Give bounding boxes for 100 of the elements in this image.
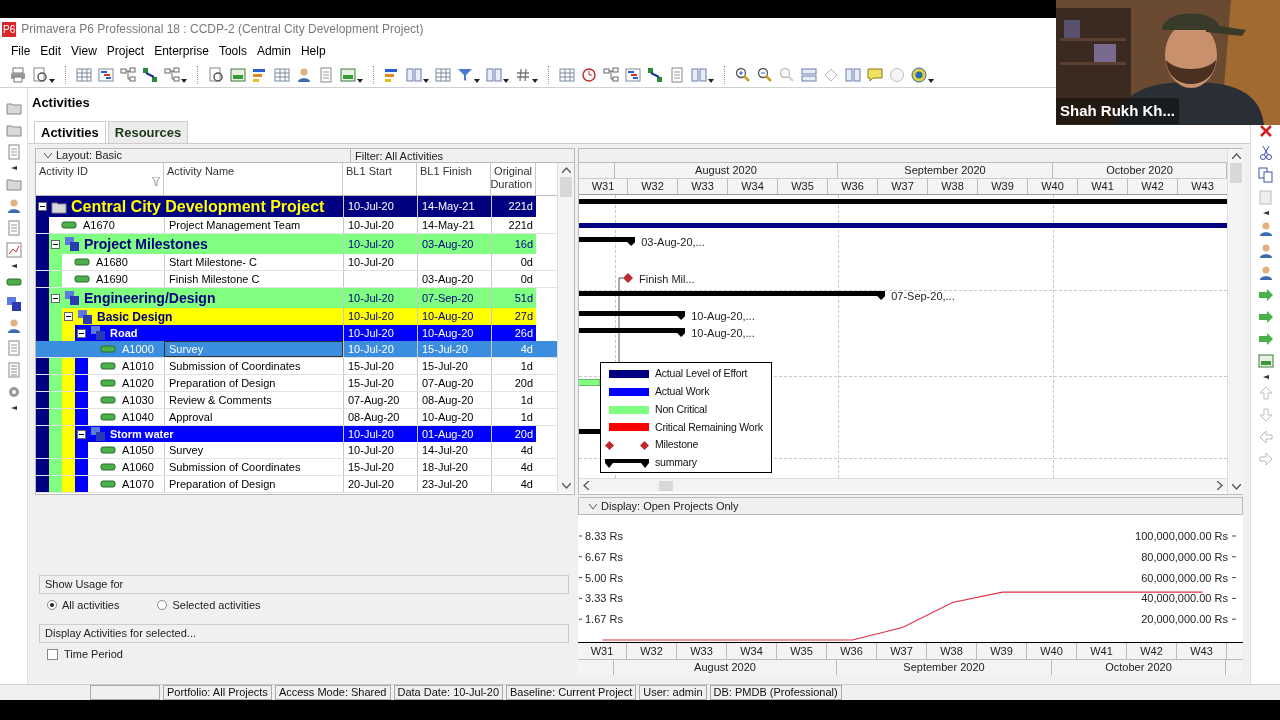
activity-row[interactable]: A1010 Submission of Coordinates 15-Jul-20 15-Jul-20 1d (36, 358, 557, 375)
expand-toggle-icon[interactable] (51, 239, 60, 249)
arrow-icon[interactable] (1257, 287, 1274, 303)
network-icon[interactable] (120, 66, 136, 83)
caret-icon[interactable] (10, 264, 17, 268)
link-icon[interactable] (142, 66, 158, 83)
bars-icon[interactable] (252, 66, 268, 83)
column-header[interactable]: BL1 Finish (420, 165, 472, 195)
radio-circle[interactable] (157, 600, 168, 610)
wbs-row[interactable]: Project Milestones 10-Jul-20 03-Aug-20 16d (49, 234, 536, 254)
clock-icon[interactable] (581, 66, 597, 83)
activity-row[interactable]: A1070 Preparation of Design 20-Jul-20 23-Jul-20 4d (36, 476, 557, 493)
tab[interactable]: Resources (107, 121, 189, 143)
caret-icon[interactable] (708, 78, 714, 83)
wbs-row[interactable]: Central City Development Project 10-Jul-20 14-May-21 221d (36, 196, 536, 217)
radio-button[interactable]: Selected activities (157, 596, 261, 614)
comment-icon[interactable] (867, 66, 883, 83)
split-view-icon[interactable] (801, 66, 817, 83)
activity-row[interactable]: A1060 Submission of Coordinates 15-Jul-20 18-Jul-20 4d (36, 459, 557, 476)
expand-toggle-icon[interactable] (38, 202, 47, 211)
scrollbar-thumb[interactable] (659, 480, 673, 491)
caret-icon[interactable] (10, 406, 17, 410)
summary-bar[interactable] (579, 311, 686, 320)
form-icon[interactable] (1257, 353, 1274, 369)
menu-item[interactable]: Admin (253, 42, 294, 60)
arrow-left-icon[interactable] (583, 481, 589, 490)
arrow-icon[interactable] (1257, 331, 1274, 347)
link-icon[interactable] (647, 66, 663, 83)
copy-icon[interactable] (1257, 167, 1274, 183)
menu-item[interactable]: Help (297, 42, 329, 60)
wbs-row[interactable]: Basic Design 10-Jul-20 10-Aug-20 27d (62, 308, 536, 325)
vertical-scrollbar[interactable] (557, 163, 574, 493)
print-preview-icon[interactable] (208, 66, 224, 83)
form-icon[interactable] (230, 66, 246, 83)
caret-icon[interactable] (928, 78, 934, 83)
menu-item[interactable]: Project (103, 42, 148, 60)
menu-item[interactable]: File (8, 42, 34, 60)
caret-icon[interactable] (1262, 375, 1269, 379)
wbs-row[interactable]: Road 10-Jul-20 10-Aug-20 26d (75, 325, 536, 341)
column-header[interactable]: BL1 Start (346, 165, 392, 195)
zoom-in-icon[interactable] (735, 66, 751, 83)
columns-icon[interactable] (845, 66, 861, 83)
summary-bar[interactable] (579, 291, 886, 300)
person-icon[interactable] (1257, 243, 1274, 259)
menu-item[interactable]: View (68, 42, 100, 60)
arrow-down-icon[interactable] (1231, 484, 1241, 490)
arrow-up-icon[interactable] (561, 167, 571, 173)
menu-item[interactable]: Edit (37, 42, 65, 60)
caret-icon[interactable] (1262, 211, 1269, 215)
wbs-row[interactable]: Engineering/Design 10-Jul-20 07-Sep-20 51d (49, 288, 536, 308)
arrow-down-icon[interactable] (561, 483, 571, 489)
caret-icon[interactable] (423, 78, 429, 83)
activity-row[interactable]: A1040 Approval 08-Aug-20 10-Aug-20 1d (36, 409, 557, 426)
person-icon[interactable] (5, 198, 22, 214)
person-icon[interactable] (1257, 265, 1274, 281)
radio-circle[interactable] (47, 600, 57, 610)
form-icon[interactable] (340, 66, 356, 83)
activity-row[interactable]: A1680 Start Milestone- C 10-Jul-20 0d (36, 254, 557, 271)
expand-toggle-icon[interactable] (51, 293, 60, 303)
expand-toggle-icon[interactable] (64, 312, 73, 321)
activity-row[interactable]: A1030 Review & Comments 07-Aug-20 08-Aug-20 1d (36, 392, 557, 409)
expand-toggle-icon[interactable] (77, 328, 86, 338)
wbs-icon[interactable] (5, 296, 22, 312)
menu-item[interactable]: Enterprise (151, 42, 212, 60)
filter-icon[interactable] (457, 66, 473, 83)
zoom-out-icon[interactable] (757, 66, 773, 83)
help-icon[interactable] (911, 66, 927, 83)
horizontal-scrollbar[interactable] (579, 478, 1227, 492)
caret-icon[interactable] (181, 78, 187, 83)
cut-icon[interactable] (1257, 145, 1274, 161)
checkbox[interactable]: Time Period (47, 645, 123, 663)
caret-icon[interactable] (532, 78, 538, 83)
tab[interactable]: Activities (34, 121, 106, 143)
close-icon[interactable] (1257, 123, 1274, 139)
checkbox-box[interactable] (47, 648, 58, 660)
activity-row[interactable]: A1050 Survey 10-Jul-20 14-Jul-20 4d (36, 442, 557, 459)
scrollbar-thumb[interactable] (1230, 163, 1242, 183)
arrow-right-icon[interactable] (1217, 481, 1223, 490)
bars-icon[interactable] (384, 66, 400, 83)
network-icon[interactable] (603, 66, 619, 83)
column-header[interactable]: Activity ID (39, 165, 88, 195)
scrollbar-thumb[interactable] (560, 177, 572, 197)
expand-toggle-icon[interactable] (77, 429, 86, 439)
person-icon[interactable] (1257, 221, 1274, 237)
radio-button[interactable]: All activities (47, 596, 120, 614)
caret-icon[interactable] (10, 166, 17, 170)
caret-icon[interactable] (357, 78, 363, 83)
activity-row[interactable]: A1690 Finish Milestone C 03-Aug-20 0d (36, 271, 557, 288)
filter-icon[interactable] (152, 177, 160, 186)
caret-icon[interactable] (49, 78, 55, 83)
vertical-scrollbar[interactable] (1227, 149, 1244, 494)
caret-icon[interactable] (503, 78, 509, 83)
column-header[interactable]: Original Duration (490, 165, 532, 195)
arrow-up-icon[interactable] (1231, 153, 1241, 159)
hash-icon[interactable] (515, 66, 531, 83)
activity-row[interactable]: A1020 Preparation of Design 15-Jul-20 07-Aug-20 20d (36, 375, 557, 392)
wbs-row[interactable]: Storm water 10-Jul-20 01-Aug-20 20d (75, 426, 536, 442)
print-preview-icon[interactable] (32, 66, 48, 83)
person-icon[interactable] (296, 66, 312, 83)
activity-row[interactable]: A1670 Project Management Team 10-Jul-20 14-May-21 221d (36, 217, 557, 234)
